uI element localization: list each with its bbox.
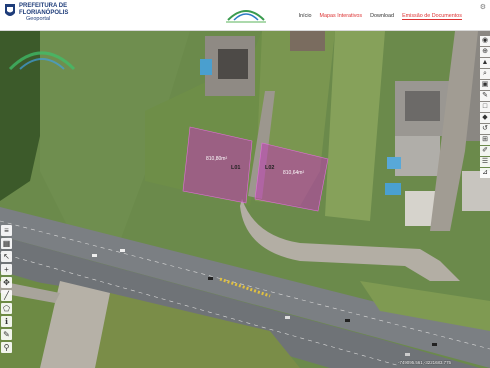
pin-icon[interactable]: ⚲	[1, 342, 12, 353]
gear-icon[interactable]: ⚙	[480, 3, 486, 11]
draw-icon[interactable]: ✐	[480, 146, 490, 156]
line-icon[interactable]: ╱	[1, 290, 12, 301]
ruler-icon[interactable]: ⊿	[480, 168, 490, 178]
lot-label-1: L01	[231, 165, 241, 171]
edit-icon[interactable]: ✎	[1, 329, 12, 340]
list-icon[interactable]: ☰	[480, 157, 490, 167]
left-toolbar: ≡ ▦ ↖ + ✥ ╱ ⬠ ℹ ✎ ⚲	[1, 225, 12, 353]
map-view[interactable]: L01 L02 810,80m² 810,64m²	[0, 31, 490, 368]
brand: PREFEITURA DE FLORIANÓPOLIS	[19, 3, 68, 16]
globe-icon[interactable]: ◉	[480, 36, 490, 46]
watermark-logo	[8, 51, 76, 71]
nav-documents[interactable]: Emissão de Documentos	[402, 13, 462, 20]
geoportal-label: Geoportal	[26, 16, 51, 22]
brand-line1: PREFEITURA DE	[19, 3, 68, 9]
target-icon[interactable]: ⊕	[480, 47, 490, 57]
grid-icon[interactable]: ▦	[1, 238, 12, 249]
main-nav: Início Mapas Interativos Download Emissã…	[299, 13, 462, 20]
lot-area-2: 810,64m²	[283, 170, 305, 176]
nav-download[interactable]: Download	[370, 13, 394, 20]
lock-icon[interactable]: ▣	[480, 80, 490, 90]
nav-maps[interactable]: Mapas Interativos	[320, 13, 363, 20]
lot-area-1: 810,80m²	[206, 156, 228, 162]
polygon-icon[interactable]: ⬠	[1, 303, 12, 314]
nav-home[interactable]: Início	[299, 13, 312, 20]
city-logo[interactable]	[4, 3, 16, 19]
center-logo	[226, 10, 266, 23]
lot-label-2: L02	[265, 165, 275, 171]
coordinate-readout: -749095.561,-3221683.775	[398, 360, 451, 365]
marker-icon[interactable]: ▲	[480, 58, 490, 68]
square-icon[interactable]: □	[480, 102, 490, 112]
layers-icon[interactable]: ≡	[1, 225, 12, 236]
measure-icon[interactable]: ⊞	[480, 135, 490, 145]
pan-icon[interactable]: ✥	[1, 277, 12, 288]
satellite-basemap	[0, 31, 490, 368]
tag-icon[interactable]: ◆	[480, 113, 490, 123]
right-toolbar: ◉ ⊕ ▲ ⌕ ▣ ✎ □ ◆ ↺ ⊞ ✐ ☰ ⊿	[480, 36, 490, 178]
pen-icon[interactable]: ✎	[480, 91, 490, 101]
app-header: PREFEITURA DE FLORIANÓPOLIS Geoportal In…	[0, 0, 490, 31]
zoom-icon[interactable]: ⌕	[480, 69, 490, 79]
info-icon[interactable]: ℹ	[1, 316, 12, 327]
cursor-icon[interactable]: ↖	[1, 251, 12, 262]
undo-icon[interactable]: ↺	[480, 124, 490, 134]
plus-icon[interactable]: +	[1, 264, 12, 275]
